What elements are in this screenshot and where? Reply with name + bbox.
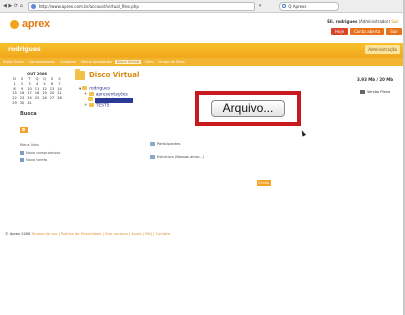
search-label: Busca xyxy=(20,111,37,117)
folder-icon xyxy=(75,69,85,80)
menu-item-contacts[interactable]: Contatos xyxy=(58,60,78,64)
calendar-day[interactable]: 30 xyxy=(19,101,26,106)
logo-text: aprex xyxy=(22,18,50,30)
footer: © Aprex 2006 Termos de uso | Política de… xyxy=(5,232,170,236)
url-bar[interactable]: http://www.aprex.com.br/account/virtual_… xyxy=(27,1,255,11)
highlight-box: Arquivo... xyxy=(195,91,301,126)
page-title: rodrigues xyxy=(8,46,41,53)
file-icon xyxy=(150,142,155,146)
storage-usage: 3.93 Mb / 20 Mb xyxy=(357,77,394,82)
calendar-day[interactable] xyxy=(34,101,41,106)
app-header: aprex Eli. rodrigues (Administrador) Sai… xyxy=(0,13,405,43)
footer-copyright: © Aprex 2006 xyxy=(5,232,31,236)
bookmark-icon[interactable]: ▾ xyxy=(259,3,262,9)
browser-nav-buttons[interactable]: ◀ ▶ ⟳ ⌂ xyxy=(3,3,23,9)
calendar-day[interactable] xyxy=(41,101,48,106)
user-logout-link[interactable]: Sair xyxy=(391,19,399,24)
mouse-cursor-icon xyxy=(299,129,307,137)
url-text: http://www.aprex.com.br/account/virtual_… xyxy=(38,3,139,9)
main-menu: Visão Geral Compromissos Contatos Minha … xyxy=(0,58,405,66)
calendar-day[interactable]: 29 xyxy=(11,101,18,106)
sidebar-link-new-task[interactable]: Nova tarefa xyxy=(20,158,47,162)
menu-item-site-groups[interactable]: Grupo de Sites xyxy=(156,60,187,64)
menu-item-overview[interactable]: Visão Geral xyxy=(1,60,25,64)
today-button[interactable]: Hoje xyxy=(331,28,349,35)
calendar-week-row: 29 30 31 xyxy=(11,101,63,106)
print-link[interactable]: Versão Plena xyxy=(360,90,390,94)
header-buttons: Hoje Conta aberta Sair xyxy=(329,28,402,35)
logout-button[interactable]: Sair xyxy=(386,28,402,35)
favicon-icon xyxy=(30,3,36,9)
tree-item-tests[interactable]: + TESTS xyxy=(79,102,133,108)
user-role: (Administrador) xyxy=(358,19,390,24)
file-browse-button[interactable]: Arquivo... xyxy=(211,100,285,117)
folder-icon xyxy=(82,86,88,90)
footer-links[interactable]: Termos de uso | Política de Privacidade … xyxy=(32,232,170,236)
calendar-icon xyxy=(20,151,24,155)
account-button[interactable]: Conta aberta xyxy=(350,28,385,35)
menu-item-activities[interactable]: Minha Atividades xyxy=(79,60,114,64)
user-info: Eli. rodrigues (Administrador) Sair xyxy=(327,19,399,24)
calendar-day[interactable] xyxy=(49,101,56,106)
folder-tree: ▾ rodrigues + apresentações selecionado + T… xyxy=(79,86,134,108)
mini-calendar: OUT 2006 D S T Q Q S S 1 2 3 4 5 6 7 8 9 10 11 12 13 14 15 16 1… xyxy=(11,72,63,106)
logo-mark-icon xyxy=(10,19,19,29)
browser-toolbar: ◀ ▶ ⟳ ⌂ http://www.aprex.com.br/account/… xyxy=(0,0,405,13)
sidebar-link-new-appointment[interactable]: Novo compromisso xyxy=(20,151,60,155)
sidebar-group-label: Meus links xyxy=(20,143,39,147)
user-name: Eli. rodrigues xyxy=(327,19,358,24)
calendar-day[interactable]: 31 xyxy=(26,101,33,106)
printer-icon xyxy=(360,90,365,94)
upload-submit-button[interactable]: Enviar xyxy=(257,180,271,186)
tree-item-selected[interactable]: selecionado xyxy=(79,97,134,103)
browser-search-text: Q Aprexs xyxy=(288,3,307,9)
section-title: Disco Virtual xyxy=(89,71,140,79)
browser-search-input[interactable]: Q Aprexs xyxy=(279,1,340,11)
menu-item-virtual-disk[interactable]: Disco Virtual xyxy=(114,60,142,64)
menu-item-sites[interactable]: Sites xyxy=(142,60,155,64)
sidebar-link-label: Nova tarefa xyxy=(26,158,48,162)
folder-icon xyxy=(88,91,94,96)
file-item[interactable]: Participantes xyxy=(150,142,180,146)
aprex-logo[interactable]: aprex xyxy=(10,18,50,30)
search-button[interactable] xyxy=(20,127,28,133)
file-item[interactable]: Estrutura (Nossas amor...) xyxy=(150,155,204,159)
calendar-day[interactable] xyxy=(56,101,63,106)
menu-item-appointments[interactable]: Compromissos xyxy=(26,60,56,64)
task-icon xyxy=(20,158,24,162)
file-icon xyxy=(150,155,155,159)
folder-icon xyxy=(88,102,94,107)
sidebar-link-label: Novo compromisso xyxy=(26,151,61,155)
folder-icon xyxy=(88,97,93,101)
calendar-month: OUT 2006 xyxy=(27,72,47,76)
administration-button[interactable]: Administração xyxy=(365,45,400,54)
search-engine-icon xyxy=(282,3,287,8)
title-band: rodrigues Administração xyxy=(0,43,405,58)
